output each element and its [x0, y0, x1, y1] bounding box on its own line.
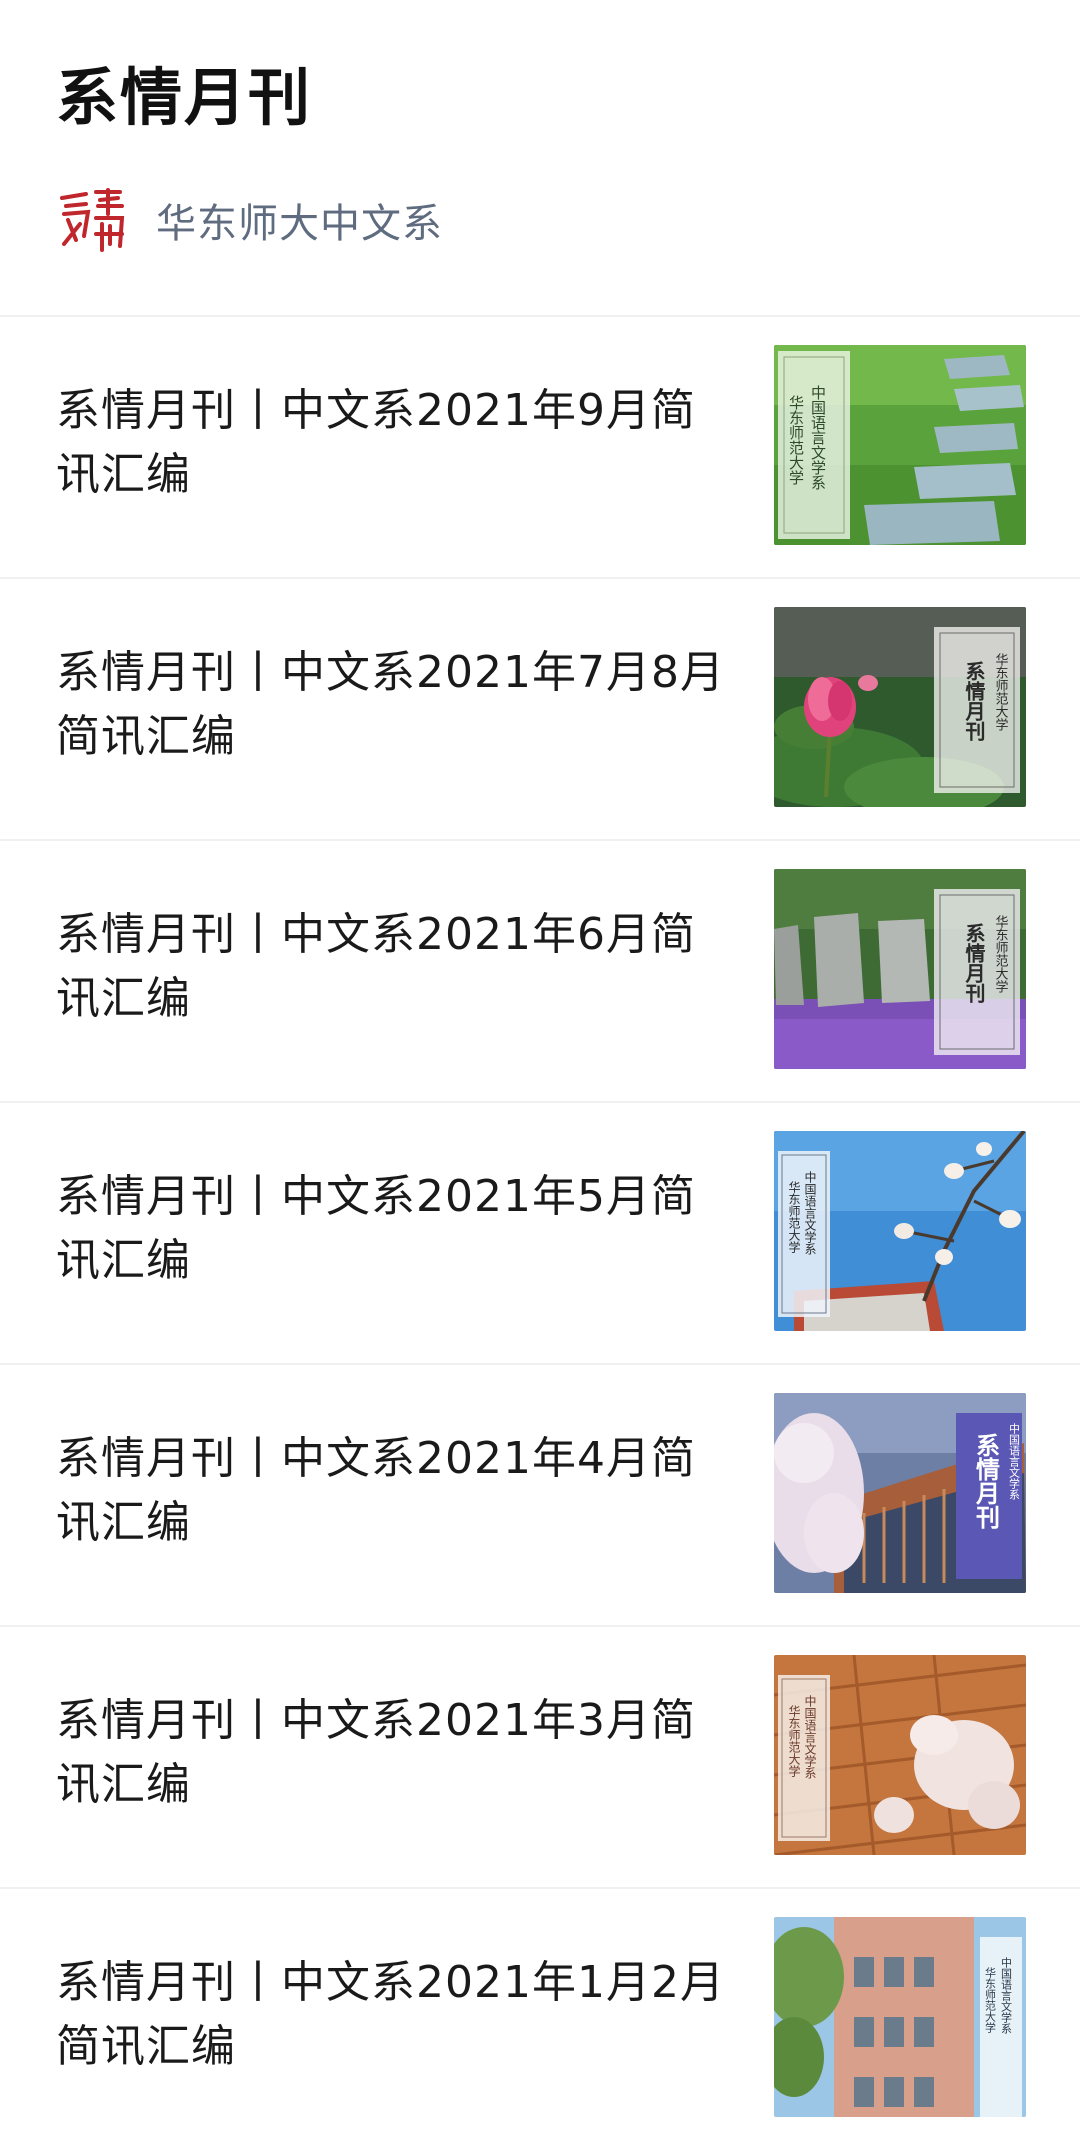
article-list: 系情月刊丨中文系2021年9月简讯汇编 中国语言文学系 华东师范大学 系情月刊丨… — [0, 315, 1080, 2149]
article-thumbnail[interactable]: 中国语言文学系 华东师范大学 — [774, 1131, 1026, 1331]
article-item-2021-06[interactable]: 系情月刊丨中文系2021年6月简讯汇编 系情月刊 华东师范大学 — [0, 839, 1080, 1101]
seal-logo-icon — [58, 186, 126, 254]
blossom-brick-wall-image: 中国语言文学系 华东师范大学 — [774, 1655, 1026, 1855]
article-title[interactable]: 系情月刊丨中文系2021年7月8月简讯汇编 — [56, 641, 736, 769]
svg-text:系情月刊: 系情月刊 — [962, 661, 986, 741]
article-thumbnail[interactable]: 系情月刊 华东师范大学 — [774, 869, 1026, 1069]
svg-text:中国语言文学系: 中国语言文学系 — [809, 385, 827, 490]
article-title[interactable]: 系情月刊丨中文系2021年6月简讯汇编 — [56, 903, 736, 1031]
svg-text:中国语言文学系: 中国语言文学系 — [1000, 1957, 1013, 2034]
account-row[interactable]: 华东师大中文系 — [56, 180, 443, 260]
svg-text:华东师范大学: 华东师范大学 — [787, 395, 805, 485]
svg-text:华东师范大学: 华东师范大学 — [787, 1181, 801, 1253]
svg-text:中国语言文学系: 中国语言文学系 — [1008, 1423, 1021, 1500]
svg-text:华东师范大学: 华东师范大学 — [787, 1705, 801, 1777]
svg-text:系情月刊: 系情月刊 — [962, 923, 986, 1003]
svg-text:中国语言文学系: 中国语言文学系 — [803, 1170, 817, 1255]
article-thumbnail[interactable]: 中国语言文学系 华东师范大学 — [774, 1917, 1026, 2117]
article-thumbnail[interactable]: 系情月刊 中国语言文学系 — [774, 1393, 1026, 1593]
article-item-2021-07-08[interactable]: 系情月刊丨中文系2021年7月8月简讯汇编 系情月刊 华东师范大学 — [0, 577, 1080, 839]
article-item-2021-09[interactable]: 系情月刊丨中文系2021年9月简讯汇编 中国语言文学系 华东师范大学 — [0, 315, 1080, 577]
page-title: 系情月刊 — [56, 61, 313, 134]
article-thumbnail[interactable]: 中国语言文学系 华东师范大学 — [774, 1655, 1026, 1855]
article-title[interactable]: 系情月刊丨中文系2021年4月简讯汇编 — [56, 1427, 736, 1555]
svg-text:系情月刊: 系情月刊 — [972, 1433, 1001, 1530]
svg-text:华东师范大学: 华东师范大学 — [993, 915, 1009, 993]
article-item-2021-04[interactable]: 系情月刊丨中文系2021年4月简讯汇编 系情月刊 中国语言文学系 — [0, 1363, 1080, 1625]
lotus-flower-image: 系情月刊 华东师范大学 — [774, 607, 1026, 807]
magnolia-blue-sky-image: 中国语言文学系 华东师范大学 — [774, 1131, 1026, 1331]
account-name[interactable]: 华东师大中文系 — [156, 191, 443, 249]
article-title[interactable]: 系情月刊丨中文系2021年3月简讯汇编 — [56, 1689, 736, 1817]
article-item-2021-05[interactable]: 系情月刊丨中文系2021年5月简讯汇编 中国语言文学系 华东师范大学 — [0, 1101, 1080, 1363]
article-thumbnail[interactable]: 系情月刊 华东师范大学 — [774, 607, 1026, 807]
article-item-2021-03[interactable]: 系情月刊丨中文系2021年3月简讯汇编 中国语言文学系 华东师范大学 — [0, 1625, 1080, 1887]
campus-building-sky-image: 中国语言文学系 华东师范大学 — [774, 1917, 1026, 2117]
cherry-blossom-building-image: 系情月刊 中国语言文学系 — [774, 1393, 1026, 1593]
stone-monuments-lavender-image: 系情月刊 华东师范大学 — [774, 869, 1026, 1069]
svg-text:中国语言文学系: 中国语言文学系 — [803, 1694, 817, 1779]
article-title[interactable]: 系情月刊丨中文系2021年9月简讯汇编 — [56, 379, 736, 507]
svg-text:华东师范大学: 华东师范大学 — [993, 653, 1009, 731]
grass-stepping-stones-image: 中国语言文学系 华东师范大学 — [774, 345, 1026, 545]
article-title[interactable]: 系情月刊丨中文系2021年5月简讯汇编 — [56, 1165, 736, 1293]
article-item-2021-01-02[interactable]: 系情月刊丨中文系2021年1月2月简讯汇编 中国语言文学系 华东师范大学 — [0, 1887, 1080, 2149]
svg-text:华东师范大学: 华东师范大学 — [984, 1966, 997, 2033]
article-thumbnail[interactable]: 中国语言文学系 华东师范大学 — [774, 345, 1026, 545]
article-title[interactable]: 系情月刊丨中文系2021年1月2月简讯汇编 — [56, 1951, 736, 2079]
